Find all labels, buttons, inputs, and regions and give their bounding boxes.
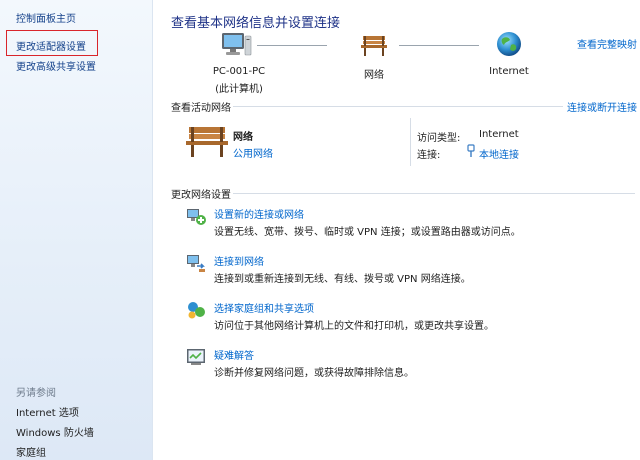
homegroup-sharing-icon [188,302,205,319]
see-also-heading: 另请参阅 [16,388,56,399]
internet-options-link[interactable]: Internet 选项 [16,404,79,419]
windows-firewall-link[interactable]: Windows 防火墙 [16,424,94,439]
active-networks-heading: 查看活动网络 [171,103,231,114]
setup-connection-desc: 设置无线、宽带、拨号、临时或 VPN 连接；或设置路由器或访问点。 [214,227,521,238]
computer-icon [222,33,252,56]
active-network-name: 网络 [233,132,253,143]
network-bench-icon [361,36,387,56]
section-divider [233,106,563,107]
pc-name-label: PC-001-PC [212,66,266,77]
sidebar-home-link[interactable]: 控制面板主页 [16,10,76,25]
connect-disconnect-link[interactable]: 连接或断开连接 [567,99,637,114]
connection-label: 连接: [417,150,441,161]
setup-connection-link[interactable]: 设置新的连接或网络 [214,206,304,221]
map-line-network-internet [399,45,479,46]
connect-to-network-link[interactable]: 连接到网络 [214,253,264,268]
main-panel: 查看基本网络信息并设置连接 查看完整映射 PC-001-PC (此计算机) 网络… [153,0,640,460]
access-type-value: Internet [479,129,519,140]
local-connection-link[interactable]: 本地连接 [479,146,519,161]
view-full-map-link[interactable]: 查看完整映射 [577,36,637,51]
vertical-divider [410,118,411,166]
pc-sub-label: (此计算机) [215,84,263,95]
connect-to-network-icon [187,255,205,272]
network-label: 网络 [364,70,384,81]
internet-label: Internet [489,66,529,77]
sidebar-adapter-settings-link[interactable]: 更改适配器设置 [16,38,86,53]
homegroup-sharing-desc: 访问位于其他网络计算机上的文件和打印机，或更改共享设置。 [214,321,494,332]
homegroup-sharing-link[interactable]: 选择家庭组和共享选项 [214,300,314,315]
troubleshoot-icon [187,349,205,365]
change-settings-heading: 更改网络设置 [171,190,231,201]
internet-globe-icon [497,32,521,56]
page-title: 查看基本网络信息并设置连接 [171,16,341,31]
homegroup-link[interactable]: 家庭组 [16,444,46,459]
sidebar: 控制面板主页 更改适配器设置 更改高级共享设置 另请参阅 Internet 选项… [0,0,153,460]
active-network-bench-icon [186,127,228,157]
section-divider-2 [233,193,635,194]
setup-connection-icon [187,209,206,225]
troubleshoot-desc: 诊断并修复网络问题，或获得故障排除信息。 [214,368,414,379]
ethernet-icon [467,144,475,157]
access-type-label: 访问类型: [417,133,461,144]
connect-to-network-desc: 连接到或重新连接到无线、有线、拨号或 VPN 网络连接。 [214,274,471,285]
sidebar-advanced-sharing-link[interactable]: 更改高级共享设置 [16,58,96,73]
map-line-pc-network [257,45,327,46]
troubleshoot-link[interactable]: 疑难解答 [214,347,254,362]
network-type-link[interactable]: 公用网络 [233,145,273,160]
